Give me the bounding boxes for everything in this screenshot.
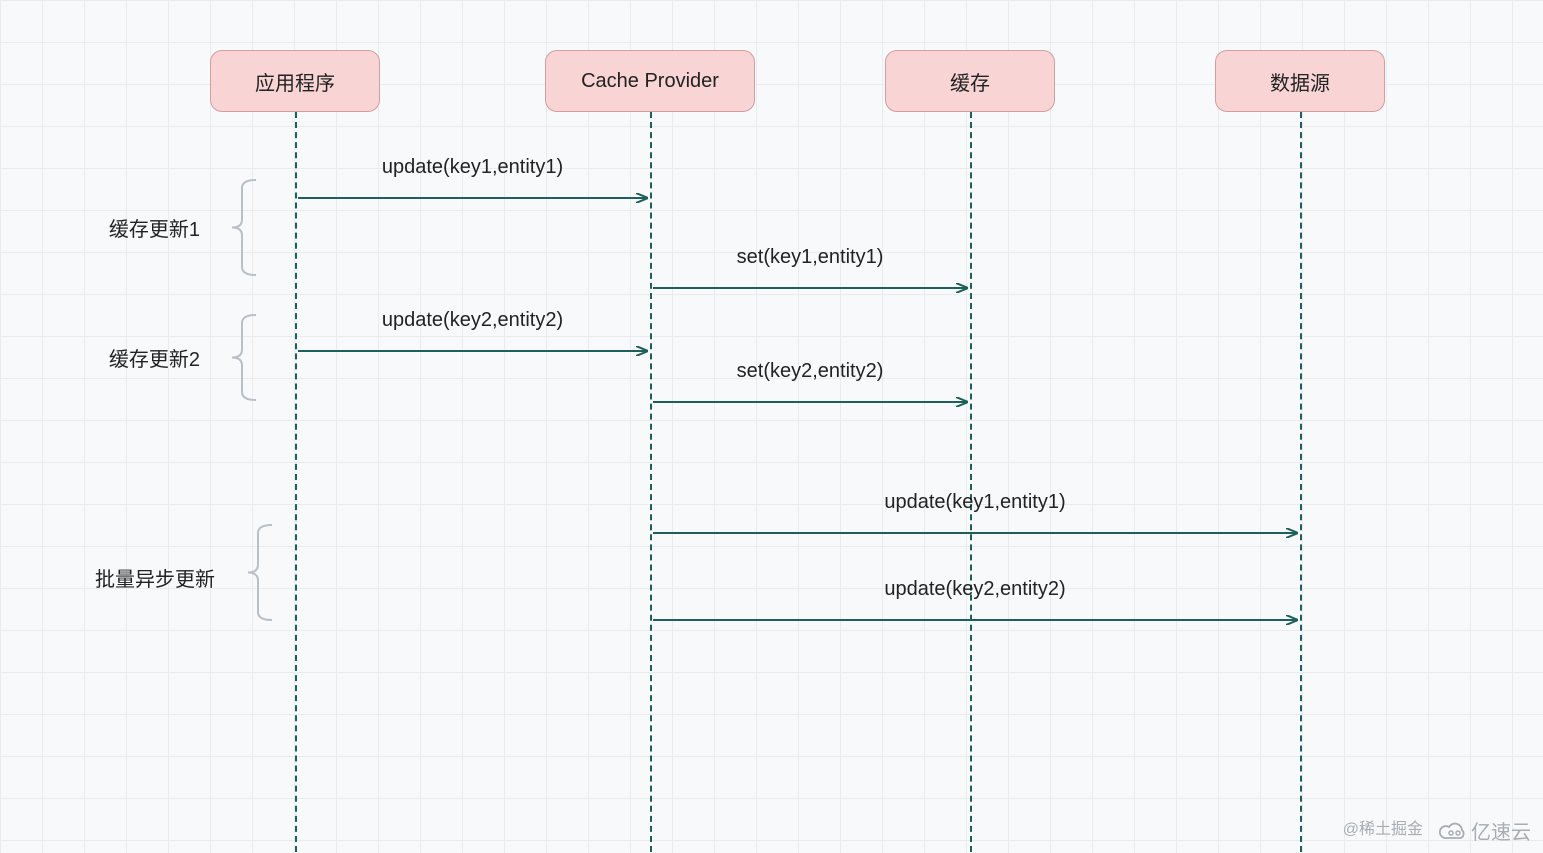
message-label-5: update(key2,entity2) <box>884 578 1065 601</box>
participant-datasource: 数据源 <box>1215 50 1385 112</box>
group-bracket <box>232 180 256 275</box>
message-label-2: update(key2,entity2) <box>382 309 563 332</box>
participant-app: 应用程序 <box>210 50 380 112</box>
participant-app-label: 应用程序 <box>255 67 335 96</box>
participant-cache: 缓存 <box>885 50 1055 112</box>
message-label-1: set(key1,entity1) <box>737 246 884 269</box>
message-label-0: update(key1,entity1) <box>382 156 563 179</box>
participant-cache-provider-label: Cache Provider <box>581 70 719 93</box>
watermark-brand-text: 亿速云 <box>1471 816 1531 845</box>
group-bracket <box>248 525 272 620</box>
diagram-overlay <box>0 0 1543 853</box>
cloud-icon <box>1439 820 1467 842</box>
watermark-source: @稀土掘金 <box>1343 815 1423 839</box>
group-label-cache-update-2: 缓存更新2 <box>0 343 200 372</box>
participant-cache-label: 缓存 <box>950 67 990 96</box>
participant-cache-provider: Cache Provider <box>545 50 755 112</box>
watermark-brand: 亿速云 <box>1439 816 1531 845</box>
message-label-3: set(key2,entity2) <box>737 360 884 383</box>
message-label-4: update(key1,entity1) <box>884 491 1065 514</box>
group-bracket <box>232 315 256 400</box>
participant-datasource-label: 数据源 <box>1270 67 1330 96</box>
group-label-cache-update-1: 缓存更新1 <box>0 213 200 242</box>
group-label-batch-async-update: 批量异步更新 <box>0 563 215 592</box>
